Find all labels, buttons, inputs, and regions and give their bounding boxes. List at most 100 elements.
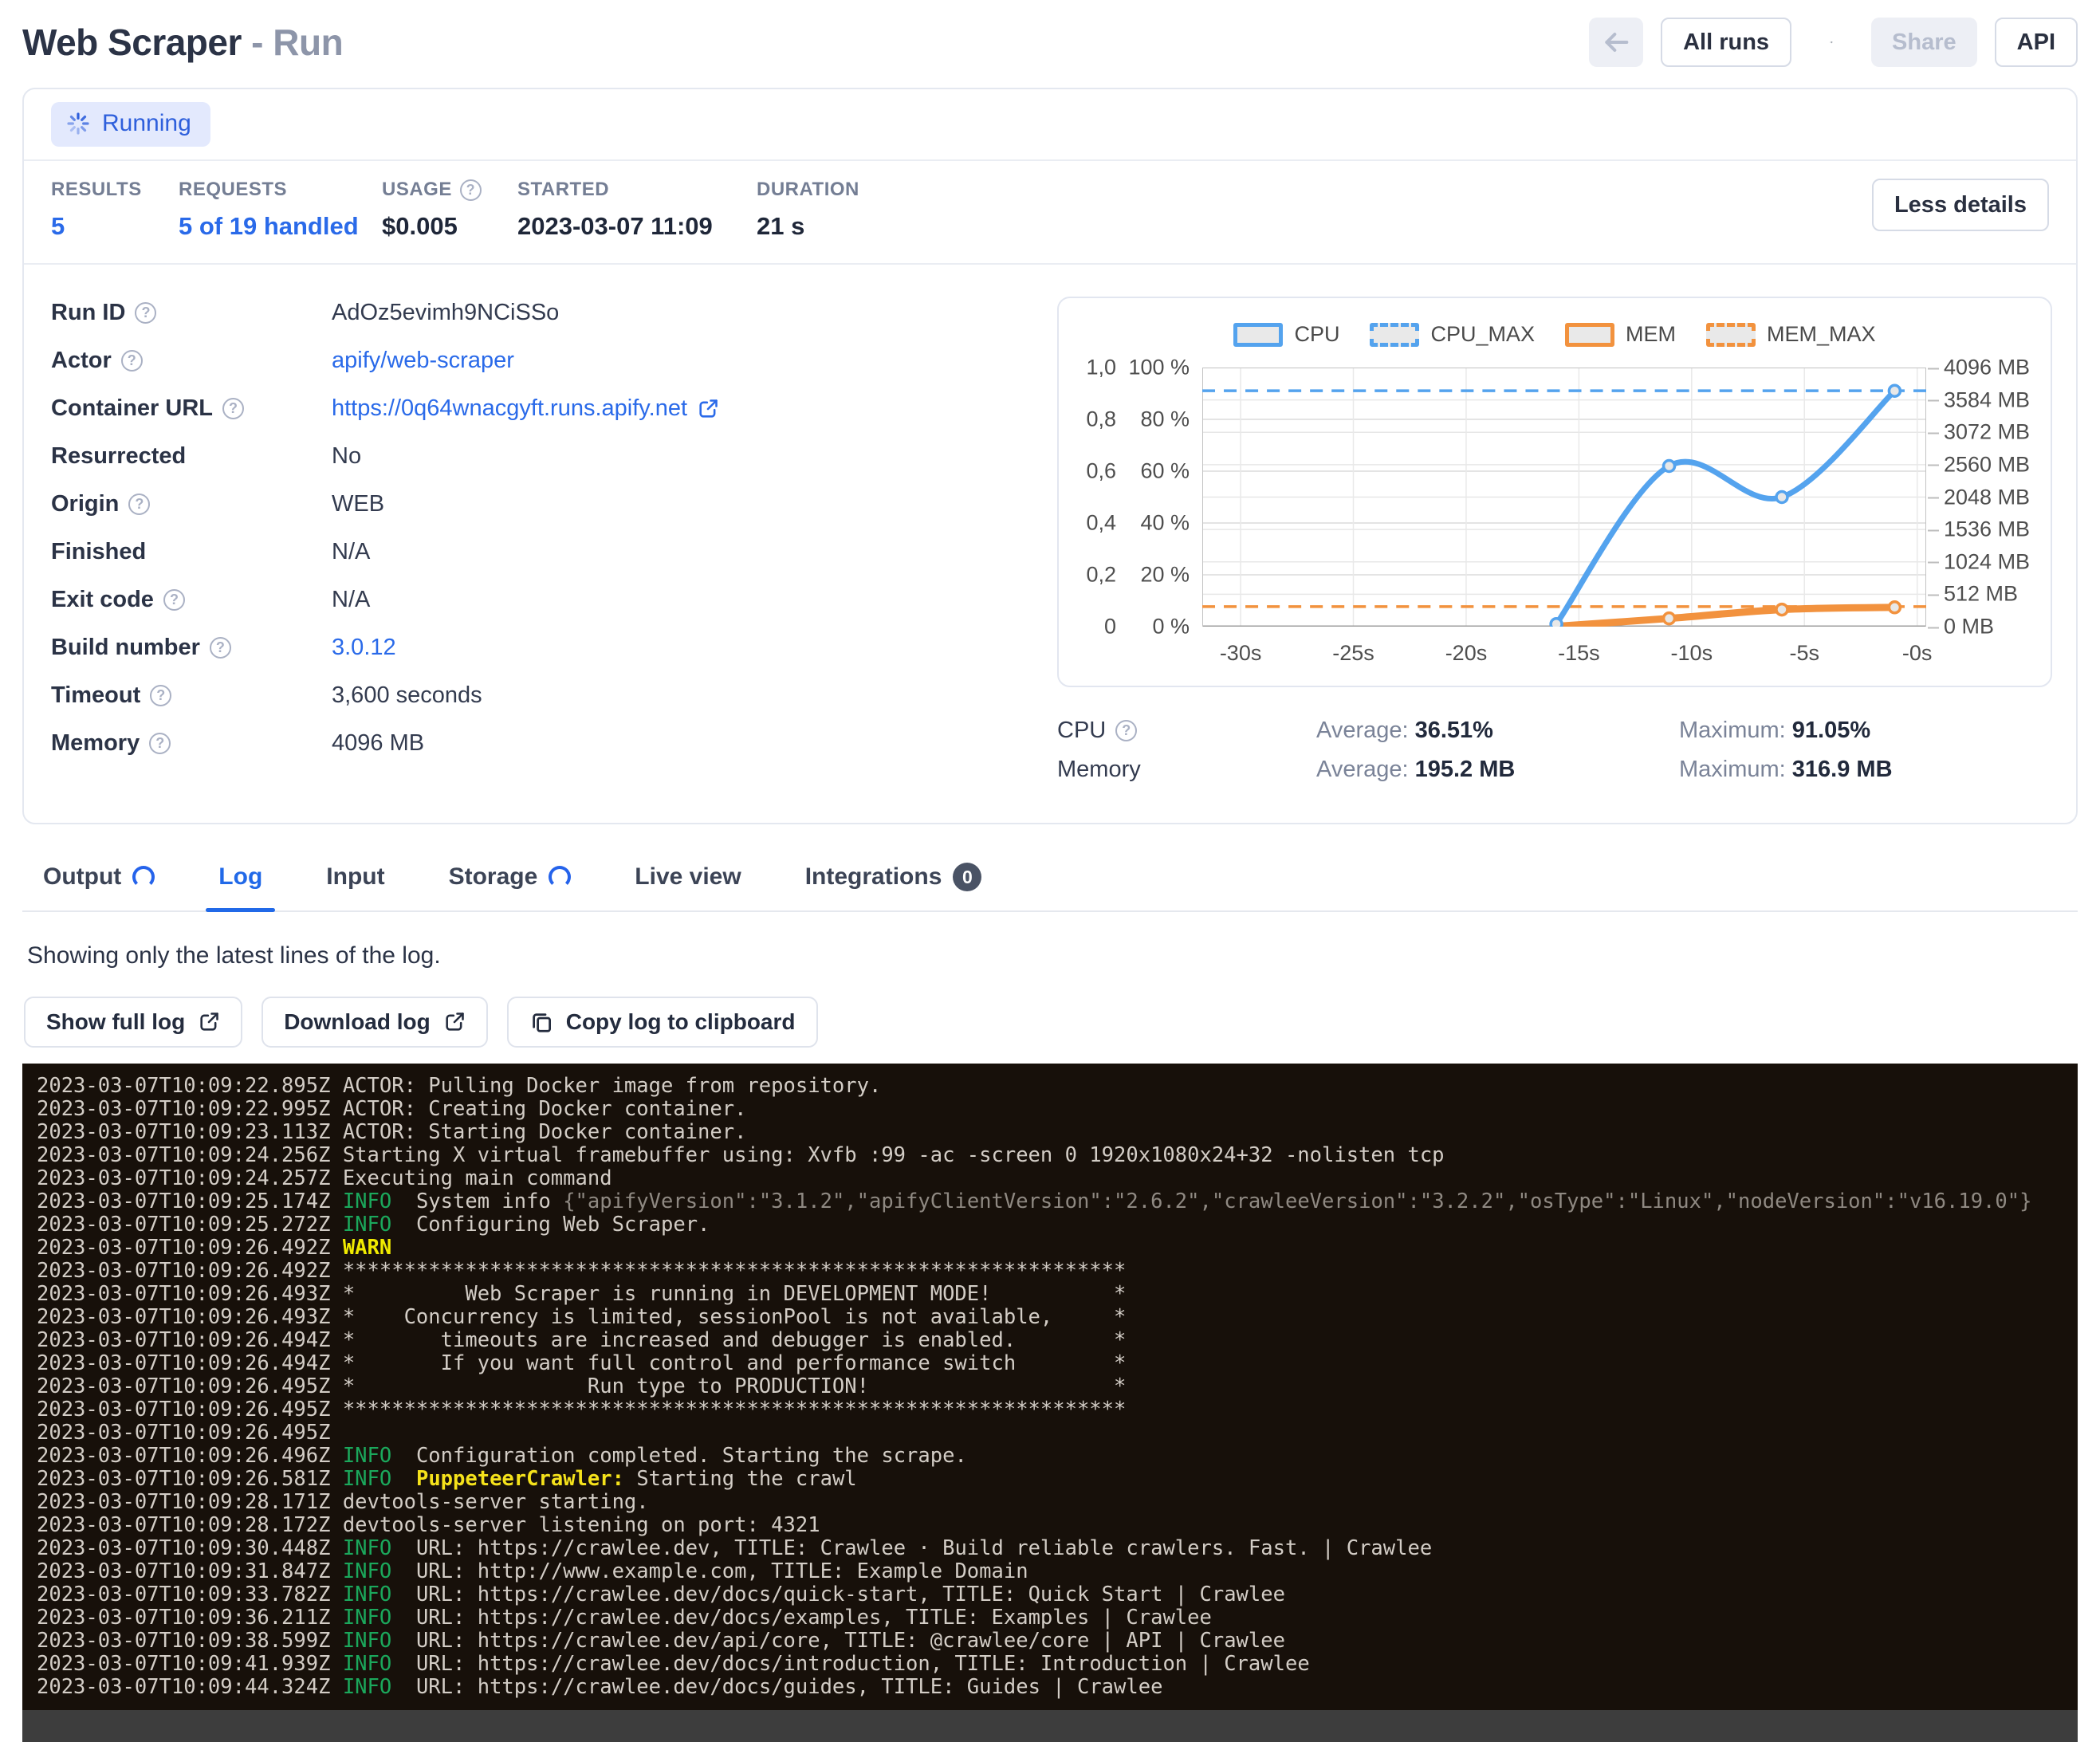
axis-tick-label: 1024 MB [1944,549,2030,574]
stat-results: RESULTS 5 [51,179,179,241]
tab-integrations[interactable]: Integrations 0 [799,859,989,910]
show-full-log-button[interactable]: Show full log [24,997,242,1048]
loading-spinner-icon [132,866,155,888]
stat-requests: REQUESTS 5 of 19 handled [179,179,382,241]
tab-storage[interactable]: Storage [442,859,578,910]
detail-label: Exit code [51,587,154,613]
log-horizontal-scrollbar[interactable] [22,1710,2078,1742]
legend-item-cpu-max[interactable]: CPU_MAX [1370,322,1535,347]
log-line: 2023-03-07T10:09:31.847Z INFO URL: http:… [37,1560,2078,1583]
legend-swatch-icon [1233,323,1283,347]
all-runs-button[interactable]: All runs [1661,18,1791,67]
chart-column: CPUCPU_MAXMEMMEM_MAX 1,00,80,60,40,20 10… [1057,297,2052,796]
axis-tick-label: 3584 MB [1944,387,2030,412]
legend-item-cpu[interactable]: CPU [1233,322,1339,347]
log-line: 2023-03-07T10:09:44.324Z INFO URL: https… [37,1676,2078,1699]
status-badge: Running [51,102,210,147]
legend-swatch-icon [1706,323,1756,347]
stat-value[interactable]: 5 [51,212,163,241]
detail-row-timeout: Timeout?3,600 seconds [51,682,896,709]
copy-log-to-clipboard-button[interactable]: Copy log to clipboard [507,997,818,1048]
download-log-button[interactable]: Download log [262,997,488,1048]
help-icon: ? [222,398,244,419]
detail-label: Origin [51,491,119,517]
legend-item-mem[interactable]: MEM [1565,322,1676,347]
tab-output[interactable]: Output [37,859,161,910]
legend-label: MEM_MAX [1767,322,1876,347]
stat-value: 21 s [757,212,859,241]
detail-row-container-url: Container URL?https://0q64wnacgyft.runs.… [51,395,896,422]
log-console[interactable]: 2023-03-07T10:09:22.895Z ACTOR: Pulling … [22,1064,2078,1742]
log-timestamp: 2023-03-07T10:09:24.256Z [37,1143,330,1167]
maximum-label: Maximum: [1679,718,1786,743]
detail-row-run-id: Run ID?AdOz5evimh9NCiSSo [51,300,896,326]
log-timestamp: 2023-03-07T10:09:26.495Z [37,1421,330,1445]
axis-tick-label: 0,4 [1086,511,1116,536]
help-icon: ? [121,350,143,372]
external-link-icon [198,1011,220,1033]
page-subtitle: - Run [242,22,343,63]
log-timestamp: 2023-03-07T10:09:22.995Z [37,1097,330,1121]
log-notice: Showing only the latest lines of the log… [27,942,2078,969]
log-timestamp: 2023-03-07T10:09:26.495Z [37,1374,330,1398]
legend-label: MEM [1626,322,1676,347]
resource-chart: CPUCPU_MAXMEMMEM_MAX 1,00,80,60,40,20 10… [1057,297,2052,687]
log-line: 2023-03-07T10:09:26.493Z * Web Scraper i… [37,1283,2078,1306]
stats-row: RESULTS5REQUESTS5 of 19 handledUSAGE?$0.… [24,161,2076,265]
stat-value: $0.005 [382,212,501,241]
log-buttons: Show full log Download log Copy log to cli… [24,997,2078,1048]
loading-spinner-icon [549,866,571,888]
detail-value-link[interactable]: apify/web-scraper [332,348,514,374]
axis-tick-label: 4096 MB [1944,356,2030,380]
log-timestamp: 2023-03-07T10:09:23.113Z [37,1120,330,1144]
log-timestamp: 2023-03-07T10:09:22.895Z [37,1074,330,1098]
help-icon: ? [1115,720,1137,741]
detail-label: Build number [51,635,200,661]
axis-tick-label: 40 % [1140,511,1190,536]
tab-log[interactable]: Log [212,859,269,910]
log-timestamp: 2023-03-07T10:09:26.494Z [37,1328,330,1352]
x-axis-tick-label: -15s [1558,641,1600,666]
chart-plot [1202,368,1926,627]
less-details-button[interactable]: Less details [1872,179,2049,231]
api-button[interactable]: API [1995,18,2078,67]
log-line: 2023-03-07T10:09:24.257Z Executing main … [37,1167,2078,1190]
x-axis-tick-label: -5s [1789,641,1819,666]
log-timestamp: 2023-03-07T10:09:26.492Z [37,1236,330,1260]
detail-value-link[interactable]: https://0q64wnacgyft.runs.apify.net [332,395,687,422]
stat-value[interactable]: 5 of 19 handled [179,212,366,241]
legend-item-mem-max[interactable]: MEM_MAX [1706,322,1876,347]
log-timestamp: 2023-03-07T10:09:44.324Z [37,1675,330,1699]
share-button[interactable]: Share [1871,18,1977,67]
run-page: Web Scraper - Run All runs Share API [0,0,2100,1742]
log-timestamp: 2023-03-07T10:09:25.174Z [37,1190,330,1213]
axis-tick-label: 512 MB [1944,582,2018,607]
usage-label: Memory [1057,757,1141,783]
log-line: 2023-03-07T10:09:22.895Z ACTOR: Pulling … [37,1075,2078,1098]
tab-label: Integrations [805,863,942,891]
axis-tick-label: 1,0 [1086,356,1116,380]
details-list: Run ID?AdOz5evimh9NCiSSoActor?apify/web-… [51,297,896,796]
axis-tick-label: 0,6 [1086,459,1116,484]
log-timestamp: 2023-03-07T10:09:28.171Z [37,1490,330,1514]
log-timestamp: 2023-03-07T10:09:26.494Z [37,1351,330,1375]
stat-label: REQUESTS [179,179,287,201]
log-line: 2023-03-07T10:09:26.495Z ***************… [37,1398,2078,1422]
next-run-button[interactable] [1809,18,1854,67]
axis-tick-label: 3072 MB [1944,420,2030,445]
log-timestamp: 2023-03-07T10:09:24.257Z [37,1166,330,1190]
tab-count-badge: 0 [953,863,981,891]
previous-run-button[interactable] [1589,18,1643,67]
legend-swatch-icon [1370,323,1419,347]
tab-live-view[interactable]: Live view [628,859,747,910]
help-icon: ? [149,733,171,754]
stat-label: RESULTS [51,179,142,201]
tab-input[interactable]: Input [320,859,391,910]
detail-value: WEB [332,491,384,517]
detail-label: Timeout [51,682,140,709]
help-icon: ? [163,589,185,611]
detail-value-link[interactable]: 3.0.12 [332,635,396,661]
external-link-icon [443,1011,466,1033]
log-lines: 2023-03-07T10:09:22.895Z ACTOR: Pulling … [37,1075,2078,1699]
log-line: 2023-03-07T10:09:26.581Z INFO PuppeteerC… [37,1468,2078,1491]
